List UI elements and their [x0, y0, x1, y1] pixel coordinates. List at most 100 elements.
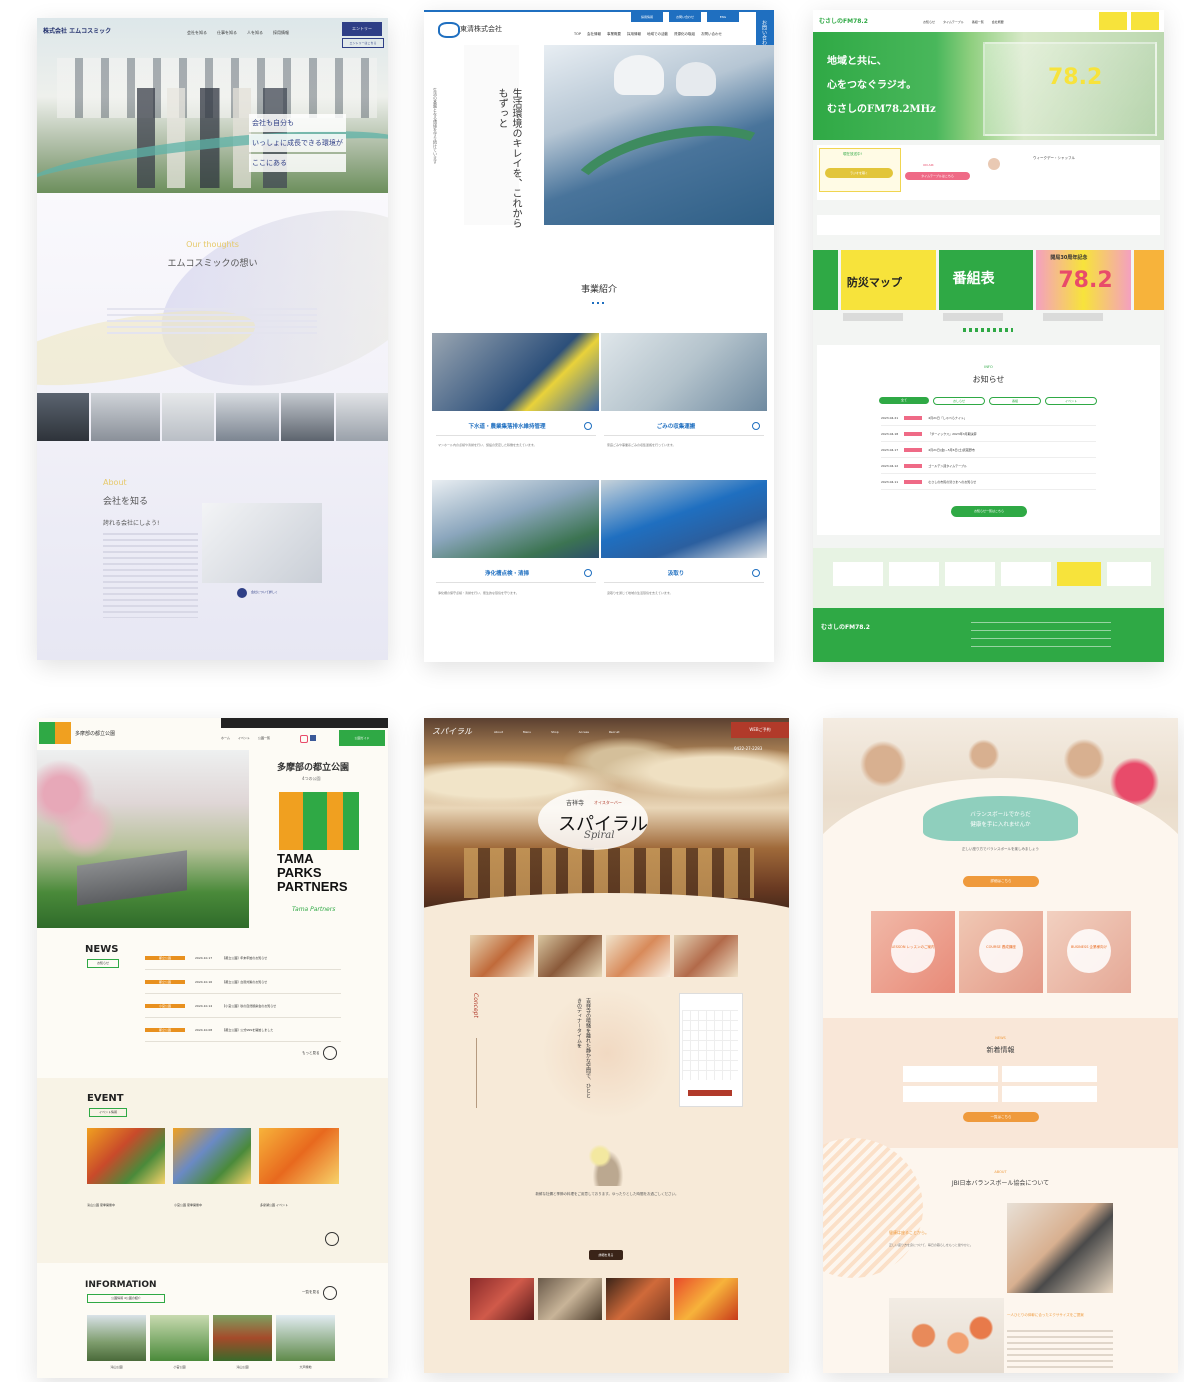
top-button[interactable]: お問い合わせ [669, 12, 701, 22]
nav-item[interactable]: 人を知る [247, 30, 263, 36]
service-arrow-icon[interactable] [584, 422, 592, 430]
nav-item[interactable]: 仕事を知る [217, 30, 237, 36]
tel[interactable]: 0422-27-2283 [734, 746, 762, 751]
event-card[interactable] [173, 1128, 251, 1184]
service-arrow-icon[interactable] [752, 422, 760, 430]
site-card-musashino-fm[interactable]: むさしのFM78.2 お知らせ タイムテーブル 番組一覧 会社概要 78.2 地… [813, 10, 1164, 662]
reserve-button[interactable]: WEBご予約 [731, 722, 789, 738]
logo[interactable]: むさしのFM78.2 [819, 16, 868, 25]
nav-item[interactable]: 会社を知る [187, 30, 207, 36]
service-arrow-icon[interactable] [752, 569, 760, 577]
banner-bangumi[interactable]: 番組表 [938, 250, 1034, 310]
nav-item[interactable]: 公園一覧 [258, 736, 270, 740]
list-item[interactable] [1002, 1066, 1097, 1082]
instagram-icon[interactable] [300, 735, 308, 743]
nav-item[interactable]: お知らせ [923, 20, 935, 24]
news-list-button[interactable]: 一覧はこちら [963, 1112, 1039, 1122]
nav-item[interactable]: Recruit [609, 730, 620, 734]
category-card[interactable]: LESSON レッスンのご案内 [871, 911, 955, 993]
entry-sub-link[interactable]: エントリーはこちら [342, 38, 384, 48]
list-item[interactable]: 都立公園 2024.10.16 【都立公園】台風対策のお知らせ [145, 970, 341, 994]
news-more-link[interactable]: もっと見る [302, 1051, 320, 1056]
park-card[interactable] [150, 1315, 209, 1361]
facebook-icon[interactable] [310, 735, 316, 741]
calendar-button[interactable] [688, 1090, 732, 1096]
header-badge[interactable] [1131, 12, 1159, 30]
header-badge[interactable] [1099, 12, 1127, 30]
list-item[interactable] [903, 1086, 998, 1102]
nav-item[interactable]: Menu [523, 730, 531, 734]
nav-item[interactable]: 会社概要 [992, 20, 1004, 24]
nav-item[interactable]: 番組一覧 [972, 20, 984, 24]
nav-item[interactable]: 資源化の取組 [674, 32, 695, 37]
guide-button[interactable]: 公園ガイド [339, 730, 385, 746]
info-arrow-icon[interactable] [323, 1286, 337, 1300]
nav-item[interactable]: ホーム [221, 736, 230, 740]
info-tab-active[interactable]: 全て [879, 397, 929, 404]
list-item[interactable]: 2023.04.21 4月21日「しゃべらナイト」 [881, 410, 1096, 426]
service-title[interactable]: 汲取り [601, 569, 751, 577]
list-item[interactable]: 2023.04.11 むさしの市民の皆さまへのお知らせ [881, 474, 1096, 490]
nav-item[interactable]: About [494, 730, 503, 734]
event-card[interactable] [87, 1128, 165, 1184]
category-card[interactable]: COURSE 養成講座 [959, 911, 1043, 993]
site-card-mcosmic[interactable]: 株式会社 エムコスミック 会社を知る 仕事を知る 人を知る 採用情報 エントリー… [37, 18, 388, 660]
site-card-tama-parks[interactable]: 多摩部の都立公園 ホーム イベント 公園一覧 公園ガイド 多摩部の都立公園 4つ… [37, 718, 388, 1378]
nav-item[interactable]: Shop [551, 730, 559, 734]
info-tab[interactable]: 番組 [989, 397, 1041, 405]
info-list-link[interactable]: 一覧を見る [302, 1290, 320, 1295]
nav-item[interactable]: 会社情報 [587, 32, 601, 37]
list-item[interactable]: 2023.04.17 4月21日(金)~5月6日(土)武蔵野市 [881, 442, 1096, 458]
notice-bar[interactable] [817, 215, 1160, 235]
event-more-arrow-icon[interactable] [325, 1232, 339, 1246]
listen-button[interactable]: ラジオを聴く [825, 168, 893, 178]
logo-text[interactable]: 多摩部の都立公園 [75, 730, 115, 737]
info-tab[interactable]: イベント [1045, 397, 1097, 405]
hero-button[interactable]: 詳細はこちら [963, 876, 1039, 887]
about-more-link[interactable]: 会社について詳しく [251, 590, 278, 594]
nav-item[interactable]: 採用情報 [273, 30, 289, 36]
nav-item[interactable]: TOP [574, 32, 581, 37]
list-item[interactable]: 都立公園 2024.10.08 【都立公園】公式SNSを開始しました [145, 1018, 341, 1042]
banner-bousai[interactable]: 防災マップ [840, 250, 936, 310]
park-card[interactable] [276, 1315, 335, 1361]
park-card[interactable] [87, 1315, 146, 1361]
service-title[interactable]: ごみの収集運搬 [601, 422, 751, 430]
info-tab[interactable]: おしらせ [933, 397, 985, 405]
service-title[interactable]: 下水道・農業集落排水維持管理 [432, 422, 582, 430]
carousel-dots[interactable] [963, 328, 1013, 332]
logo[interactable]: 株式会社 エムコスミック [43, 26, 111, 35]
news-more-arrow-icon[interactable] [323, 1046, 337, 1060]
banner-30th[interactable]: 開局30周年記念 78.2 [1036, 250, 1132, 310]
site-card-tousei[interactable]: 東清株式会社 採用情報 お問い合わせ ENG TOP 会社情報 事業概要 採用情… [424, 10, 774, 662]
nav-item[interactable]: Access [579, 730, 589, 734]
nav-item[interactable]: 事業概要 [607, 32, 621, 37]
service-title[interactable]: 浄化槽点検・清掃 [432, 569, 582, 577]
info-list-button[interactable]: お知らせ一覧はこちら [951, 506, 1027, 517]
about-more-icon[interactable] [237, 588, 247, 598]
nav-item[interactable]: お問い合わせ [701, 32, 722, 37]
top-button[interactable]: 採用情報 [631, 12, 663, 22]
list-item[interactable] [903, 1066, 998, 1082]
site-card-spiral[interactable]: スパイラル About Menu Shop Access Recruit WEB… [424, 718, 789, 1373]
nav-item[interactable]: タイムテーブル [943, 20, 964, 24]
nav-item[interactable]: 地域での活動 [647, 32, 668, 37]
list-item[interactable]: 2023.04.18 「ダーイックス」2023年3月期決算 [881, 426, 1096, 442]
entry-button[interactable]: エントリー [342, 22, 382, 36]
category-card[interactable]: BUSINESS 企業様向け [1047, 911, 1131, 993]
list-item[interactable]: 都立公園 2024.10.17 【都立公園】年末年始のお知らせ [145, 946, 341, 970]
timetable-button[interactable]: タイムテーブルはこちら [905, 172, 970, 180]
service-arrow-icon[interactable] [584, 569, 592, 577]
logo[interactable]: 東清株式会社 [460, 24, 502, 34]
logo[interactable]: スパイラル [432, 726, 472, 737]
top-button[interactable]: ENG [707, 12, 739, 22]
list-item[interactable]: 2023.04.12 ゴールデン週タイムテーブル [881, 458, 1096, 474]
event-card[interactable] [259, 1128, 339, 1184]
list-item[interactable]: 小宮公園 2024.10.14 【小宮公園】秋の自然観察会のお知らせ [145, 994, 341, 1018]
list-item[interactable] [1002, 1086, 1097, 1102]
concept-button[interactable]: 詳細を見る [589, 1250, 623, 1260]
site-card-balance-ball[interactable]: バランスボールでからだ 健康を手に入れませんか 正しい座り方でバランスボールを楽… [823, 718, 1178, 1373]
park-card[interactable] [213, 1315, 272, 1361]
nav-item[interactable]: イベント [238, 736, 250, 740]
footer-logo[interactable]: むさしのFM78.2 [821, 622, 870, 631]
